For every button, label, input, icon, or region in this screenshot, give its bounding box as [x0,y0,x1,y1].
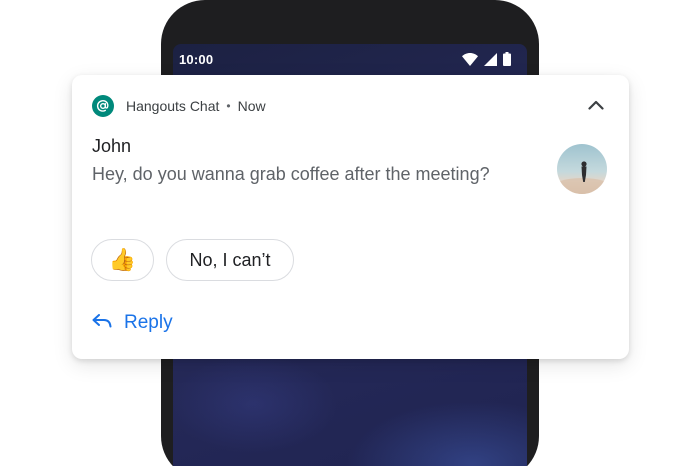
thumbs-up-reply-button[interactable]: 👍 [91,239,154,281]
collapse-button[interactable] [583,93,609,119]
status-time: 10:00 [179,51,214,67]
wifi-icon [462,52,478,66]
battery-icon [503,52,511,66]
smart-replies: 👍 No, I can’t [91,239,294,281]
header-text: Hangouts Chat • Now [126,98,266,114]
stage: 10:00 Hangouts Chat • Now John Hey, do y… [0,0,700,466]
reply-arrow-icon [92,313,112,333]
decline-reply-button[interactable]: No, I can’t [166,239,294,281]
status-bar: 10:00 [173,44,527,74]
avatar [557,144,607,194]
app-name: Hangouts Chat [126,98,220,114]
chevron-up-icon [588,97,604,115]
notification-card[interactable]: Hangouts Chat • Now John Hey, do you wan… [72,75,629,359]
reply-label: Reply [124,312,173,333]
message-text: Hey, do you wanna grab coffee after the … [92,164,490,184]
reply-button[interactable]: Reply [92,310,173,336]
status-icons [462,52,511,66]
notification-time: Now [237,98,266,114]
sender-name: John [92,136,132,156]
notification-header: Hangouts Chat • Now [92,93,609,119]
header-separator: • [226,99,231,113]
cellular-signal-icon [484,52,497,66]
hangouts-chat-icon [92,95,114,117]
